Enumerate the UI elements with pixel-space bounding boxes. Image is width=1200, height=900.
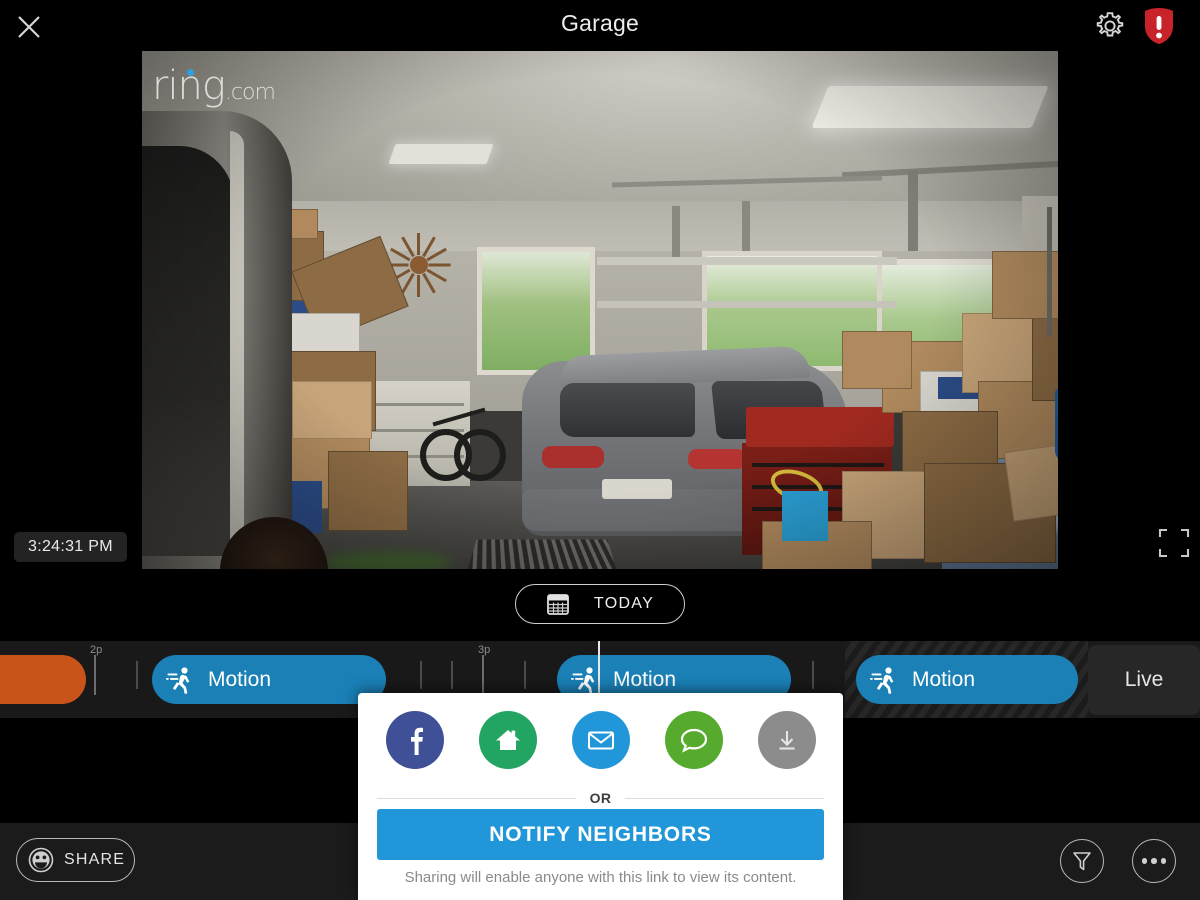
more-dots-icon xyxy=(1151,858,1157,864)
fullscreen-button[interactable] xyxy=(1158,528,1190,558)
or-divider: OR xyxy=(377,789,824,807)
timeline-event-label: Motion xyxy=(613,667,677,691)
share-nextdoor-button[interactable] xyxy=(478,711,537,769)
today-button[interactable]: TODAY xyxy=(515,584,685,624)
filter-button[interactable] xyxy=(1060,839,1104,883)
ring-logo-domain: .com xyxy=(224,80,276,105)
video-player[interactable]: ring.com xyxy=(142,51,1058,569)
alert-shield-icon xyxy=(1145,8,1173,44)
timeline-tick xyxy=(451,661,453,689)
timeline-tick xyxy=(420,661,422,689)
divider-line-left xyxy=(377,797,576,799)
envelope-icon xyxy=(587,731,614,750)
share-sheet: OR NOTIFY NEIGHBORS Sharing will enable … xyxy=(358,693,843,900)
notify-neighbors-button[interactable]: NOTIFY NEIGHBORS xyxy=(377,809,824,860)
calendar-icon xyxy=(547,594,569,615)
or-label: OR xyxy=(589,790,612,806)
date-selector-row: TODAY xyxy=(0,569,1200,638)
motion-person-icon xyxy=(571,666,595,694)
settings-button[interactable] xyxy=(1092,8,1128,44)
timeline-tick-label: 2p xyxy=(90,644,103,656)
timeline-event-motion[interactable]: Motion xyxy=(856,655,1078,704)
timeline-event-label: Motion xyxy=(208,667,272,691)
share-message-button[interactable] xyxy=(664,711,723,769)
ring-watermark: ring.com xyxy=(152,63,276,109)
share-download-button[interactable] xyxy=(757,711,816,769)
more-options-button[interactable] xyxy=(1132,839,1176,883)
alert-button[interactable] xyxy=(1140,6,1178,46)
more-dots-icon xyxy=(1160,858,1167,864)
timeline-tick-label: 3p xyxy=(478,644,491,656)
more-dots-icon xyxy=(1141,858,1148,864)
timeline-tick xyxy=(482,655,484,695)
share-label: SHARE xyxy=(64,851,126,868)
ring-logo-dot xyxy=(187,69,194,76)
share-options-row xyxy=(358,711,843,769)
facebook-icon xyxy=(410,727,423,755)
share-email-button[interactable] xyxy=(571,711,630,769)
timeline-tick xyxy=(812,661,814,689)
share-note: Sharing will enable anyone with this lin… xyxy=(404,869,797,886)
share-facebook-button[interactable] xyxy=(385,711,444,769)
page-title: Garage xyxy=(561,10,639,36)
share-button[interactable]: SHARE xyxy=(16,838,135,882)
timeline-tick xyxy=(94,655,96,695)
timeline-tick xyxy=(524,661,526,689)
timeline-event-motion[interactable]: Motion xyxy=(152,655,386,704)
chat-bubble-icon xyxy=(680,728,707,753)
today-label: TODAY xyxy=(593,595,655,612)
timeline-event-label: Motion xyxy=(912,667,976,691)
timeline-tick xyxy=(136,661,138,689)
motion-person-icon xyxy=(166,666,190,694)
timeline-event-ding[interactable] xyxy=(0,655,86,704)
filter-funnel-icon xyxy=(1073,852,1091,871)
divider-line-right xyxy=(625,797,824,799)
fullscreen-icon xyxy=(1158,528,1190,558)
gear-icon xyxy=(1096,12,1124,37)
share-group-icon xyxy=(28,847,54,873)
scene-vignette xyxy=(142,51,1058,569)
motion-person-icon xyxy=(870,666,894,694)
download-icon xyxy=(779,731,794,750)
live-button[interactable]: Live xyxy=(1088,645,1200,715)
house-icon xyxy=(495,730,520,750)
top-bar: Garage xyxy=(0,0,1200,51)
video-timestamp: 3:24:31 PM xyxy=(14,532,127,562)
